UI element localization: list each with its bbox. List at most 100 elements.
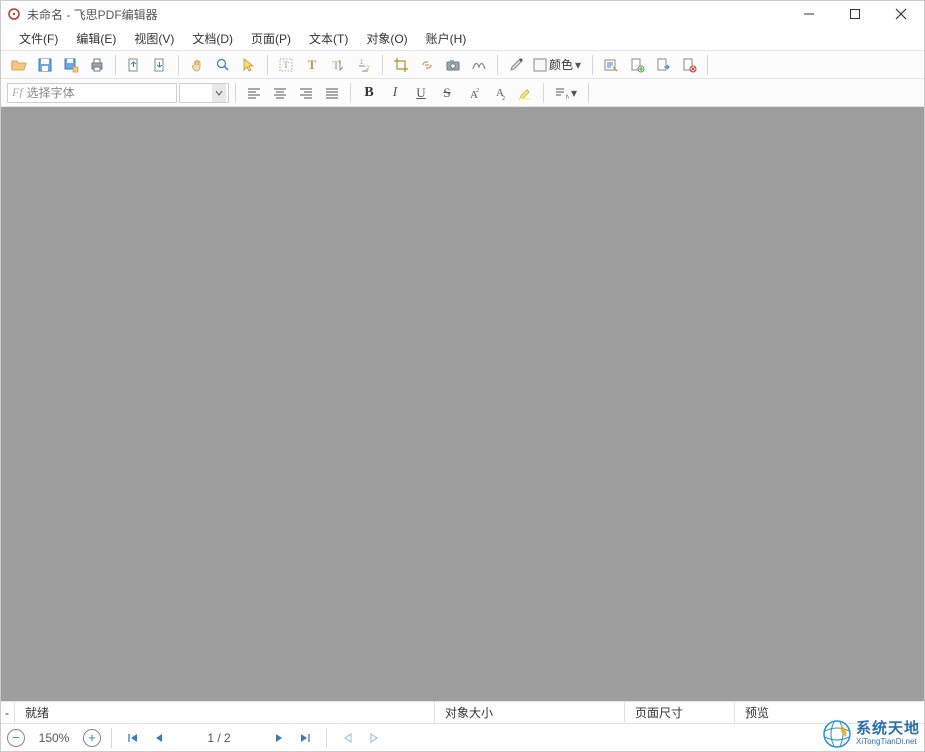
status-bar: ‑ 就绪 对象大小 页面尺寸 预览 <box>1 701 924 723</box>
shape-button[interactable] <box>467 54 491 76</box>
toolbar-separator <box>543 83 544 103</box>
globe-icon <box>822 719 852 749</box>
edit-text-button[interactable]: T <box>274 54 298 76</box>
svg-text:T: T <box>332 58 340 72</box>
history-back-button[interactable] <box>337 727 359 749</box>
watermark-logo: 系统天地 XiTongTianDi.net <box>822 719 920 749</box>
svg-text:T: T <box>283 60 289 70</box>
nav-bar: − 150% + 1 / 2 <box>1 723 924 751</box>
hand-tool-button[interactable] <box>185 54 209 76</box>
toolbar-separator <box>267 55 268 75</box>
extract-page-button[interactable] <box>651 54 675 76</box>
prev-page-button[interactable] <box>148 727 170 749</box>
align-center-button[interactable] <box>268 82 292 104</box>
window-title: 未命名 - 飞思PDF编辑器 <box>27 6 158 23</box>
menu-page[interactable]: 页面(P) <box>243 27 299 50</box>
toolbar-separator <box>592 55 593 75</box>
snapshot-button[interactable] <box>441 54 465 76</box>
font-family-combo[interactable]: Ff 选择字体 <box>7 83 177 103</box>
minimize-button[interactable] <box>786 1 832 27</box>
link-button[interactable] <box>415 54 439 76</box>
page-down-button[interactable] <box>148 54 172 76</box>
zoom-out-button[interactable]: − <box>7 729 25 747</box>
last-page-button[interactable] <box>294 727 316 749</box>
select-tool-button[interactable] <box>237 54 261 76</box>
superscript-button[interactable]: A2 <box>461 82 485 104</box>
chevron-down-icon <box>212 84 226 102</box>
menu-view[interactable]: 视图(V) <box>126 27 182 50</box>
menu-object[interactable]: 对象(O) <box>358 27 415 50</box>
crop-button[interactable] <box>389 54 413 76</box>
print-button[interactable] <box>85 54 109 76</box>
strikethrough-button[interactable]: S <box>435 82 459 104</box>
toolbar-main: T T T 12 颜色 ▾ <box>1 51 924 79</box>
line-spacing-button[interactable]: 12 <box>352 54 376 76</box>
toolbar-separator <box>707 55 708 75</box>
menu-text[interactable]: 文本(T) <box>301 27 356 50</box>
color-picker-button[interactable]: 颜色 ▾ <box>530 54 586 76</box>
align-right-button[interactable] <box>294 82 318 104</box>
eyedropper-button[interactable] <box>504 54 528 76</box>
text-cursor-button[interactable]: T <box>326 54 350 76</box>
menu-bar: 文件(F) 编辑(E) 视图(V) 文档(D) 页面(P) 文本(T) 对象(O… <box>1 27 924 51</box>
bold-button[interactable]: B <box>357 82 381 104</box>
svg-text:2: 2 <box>502 96 505 101</box>
subscript-button[interactable]: A2 <box>487 82 511 104</box>
watermark-cn: 系统天地 <box>856 721 920 738</box>
window-controls <box>786 1 924 27</box>
italic-button[interactable]: I <box>383 82 407 104</box>
menu-account[interactable]: 账户(H) <box>418 27 475 50</box>
toolbar-separator <box>588 83 589 103</box>
menu-edit[interactable]: 编辑(E) <box>68 27 124 50</box>
maximize-button[interactable] <box>832 1 878 27</box>
svg-text:1: 1 <box>360 60 364 66</box>
align-justify-button[interactable] <box>320 82 344 104</box>
paragraph-options-button[interactable]: N ▾ <box>550 82 582 104</box>
nav-separator <box>111 728 112 748</box>
toolbar-separator <box>382 55 383 75</box>
toolbar-separator <box>497 55 498 75</box>
chevron-down-icon: ▾ <box>573 58 583 72</box>
status-ready: 就绪 <box>15 702 435 723</box>
open-button[interactable] <box>7 54 31 76</box>
zoom-in-button[interactable]: + <box>83 729 101 747</box>
next-page-button[interactable] <box>268 727 290 749</box>
save-button[interactable] <box>33 54 57 76</box>
svg-text:2: 2 <box>476 88 479 94</box>
color-label: 颜色 <box>549 56 573 73</box>
status-object-size: 对象大小 <box>435 702 625 723</box>
toolbar-separator <box>235 83 236 103</box>
zoom-level[interactable]: 150% <box>29 731 79 745</box>
form-field-button[interactable] <box>599 54 623 76</box>
close-button[interactable] <box>878 1 924 27</box>
nav-separator <box>326 728 327 748</box>
status-page-size: 页面尺寸 <box>625 702 735 723</box>
add-page-button[interactable] <box>625 54 649 76</box>
watermark-en: XiTongTianDi.net <box>856 738 920 747</box>
document-canvas[interactable] <box>1 107 924 701</box>
page-up-button[interactable] <box>122 54 146 76</box>
align-left-button[interactable] <box>242 82 266 104</box>
status-collapse-button[interactable]: ‑ <box>1 702 15 723</box>
toolbar-separator <box>178 55 179 75</box>
toolbar-text: Ff 选择字体 B I U S A2 A2 N ▾ <box>1 79 924 107</box>
menu-document[interactable]: 文档(D) <box>184 27 241 50</box>
save-as-button[interactable] <box>59 54 83 76</box>
title-bar: 未命名 - 飞思PDF编辑器 <box>1 1 924 27</box>
history-forward-button[interactable] <box>363 727 385 749</box>
page-indicator[interactable]: 1 / 2 <box>174 731 264 745</box>
svg-text:T: T <box>308 57 317 72</box>
chevron-down-icon: ▾ <box>569 86 579 100</box>
delete-page-button[interactable] <box>677 54 701 76</box>
toolbar-separator <box>350 83 351 103</box>
highlight-button[interactable] <box>513 82 537 104</box>
font-placeholder: 选择字体 <box>27 84 75 101</box>
font-prefix-icon: Ff <box>12 85 23 100</box>
font-size-combo[interactable] <box>179 83 229 103</box>
menu-file[interactable]: 文件(F) <box>11 27 66 50</box>
text-tool-button[interactable]: T <box>300 54 324 76</box>
zoom-tool-button[interactable] <box>211 54 235 76</box>
underline-button[interactable]: U <box>409 82 433 104</box>
first-page-button[interactable] <box>122 727 144 749</box>
toolbar-separator <box>115 55 116 75</box>
